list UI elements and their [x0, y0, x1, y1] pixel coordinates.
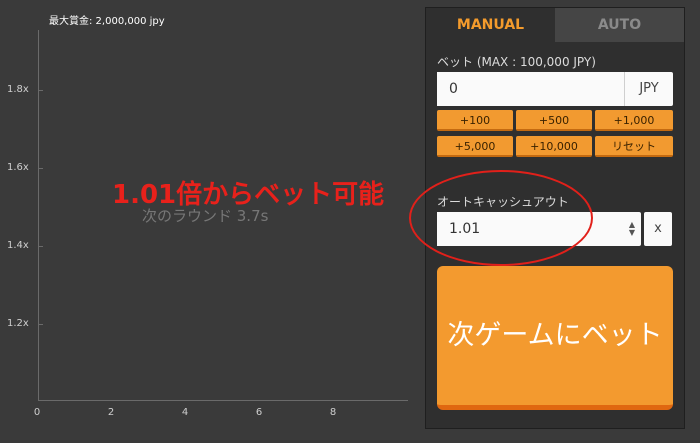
y-tick-mark	[38, 246, 43, 247]
x-tick-label: 4	[181, 407, 189, 418]
highlight-circle	[409, 170, 593, 266]
place-bet-button[interactable]: 次ゲームにベット	[437, 266, 673, 410]
x-tick-label: 0	[33, 407, 41, 418]
y-tick-mark	[38, 90, 43, 91]
y-tick-mark	[38, 168, 43, 169]
add-500-button[interactable]: +500	[516, 110, 592, 131]
x-tick-label: 6	[255, 407, 263, 418]
x-tick-label: 8	[329, 407, 337, 418]
max-win-label: 最大賞金: 2,000,000 jpy	[49, 16, 165, 27]
x-axis	[38, 400, 408, 401]
y-tick-label: 1.6x	[7, 162, 29, 173]
y-tick-mark	[38, 324, 43, 325]
y-tick-label: 1.8x	[7, 84, 29, 95]
multiplier-chart: 最大賞金: 2,000,000 jpy 1.8x 1.6x 1.4x 1.2x …	[0, 0, 420, 443]
bet-amount-label: ベット (MAX : 100,000 JPY)	[437, 55, 596, 69]
tab-auto[interactable]: AUTO	[555, 8, 684, 42]
y-tick-label: 1.4x	[7, 240, 29, 251]
mode-tabs: MANUAL AUTO	[426, 8, 684, 42]
stepper-arrows-icon[interactable]: ▲ ▼	[629, 221, 635, 237]
y-tick-label: 1.2x	[7, 318, 29, 329]
bet-amount-field-group: JPY	[437, 72, 673, 106]
y-axis	[38, 30, 39, 400]
add-1000-button[interactable]: +1,000	[595, 110, 673, 131]
x-tick-label: 2	[107, 407, 115, 418]
add-5000-button[interactable]: +5,000	[437, 136, 513, 157]
add-10000-button[interactable]: +10,000	[516, 136, 592, 157]
annotation-text: 1.01倍からベット可能	[112, 180, 385, 210]
currency-unit: JPY	[624, 72, 673, 106]
bet-amount-input[interactable]	[437, 72, 622, 106]
reset-button[interactable]: リセット	[595, 136, 673, 157]
tab-manual[interactable]: MANUAL	[426, 8, 555, 42]
multiplier-unit: x	[644, 212, 672, 246]
add-100-button[interactable]: +100	[437, 110, 513, 131]
